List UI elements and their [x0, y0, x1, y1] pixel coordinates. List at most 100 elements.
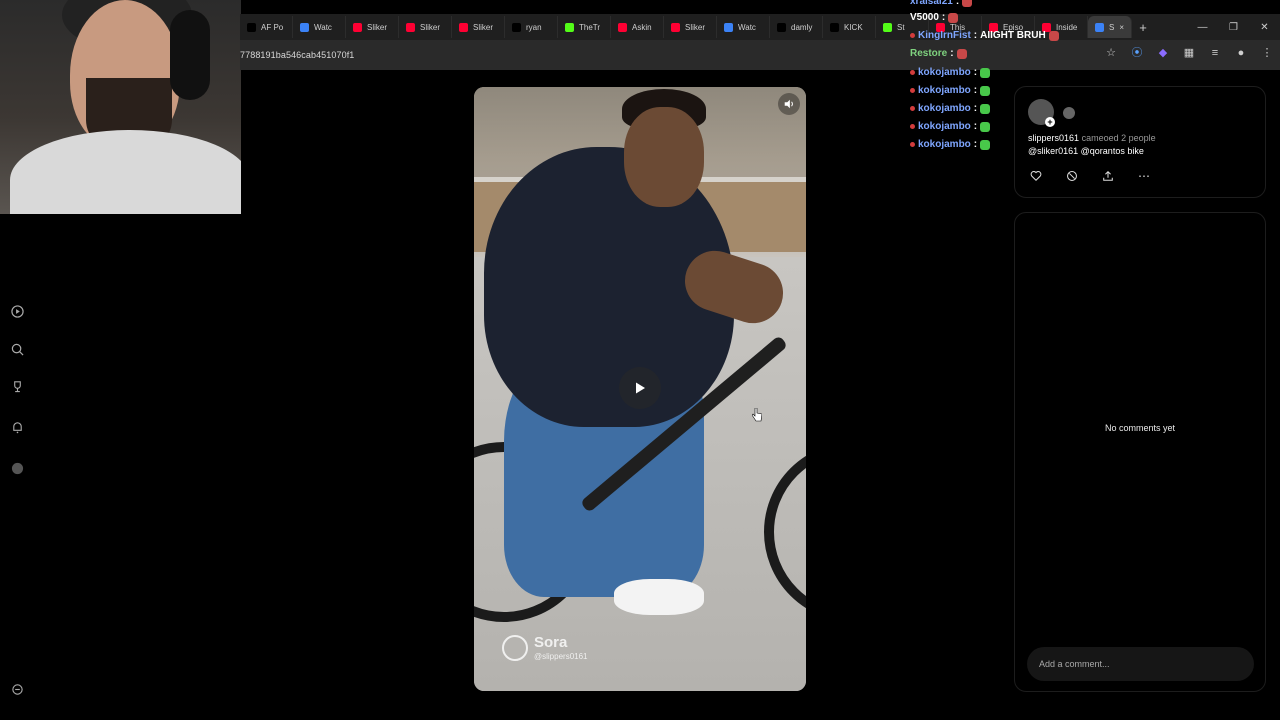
extension-audio-icon[interactable]: ⦿ [1130, 46, 1144, 60]
chat-separator: : [941, 12, 946, 23]
volume-button[interactable] [778, 93, 800, 115]
chat-emote-icon [948, 12, 959, 23]
chat-separator: : [973, 139, 978, 150]
window-controls: — ❐ ✕ [1187, 22, 1280, 33]
extensions-puzzle-icon[interactable]: ▦ [1182, 46, 1196, 60]
sora-icon [1095, 22, 1104, 32]
no-comments-text: No comments yet [1104, 423, 1176, 433]
youtube-icon [618, 22, 627, 32]
chat-username: xraisal21 [910, 0, 953, 7]
browser-tab[interactable]: Watc [717, 16, 770, 38]
screen: AF Po Watc Sliker Sliker Sliker ryan TheTr Aski… [0, 0, 1280, 720]
chat-message: V5000: [910, 12, 959, 23]
chat-message: kokojambo: [910, 121, 991, 132]
webcam-overlay [0, 0, 241, 214]
share-icon[interactable] [1101, 169, 1115, 183]
cameo-avatar[interactable] [1063, 107, 1075, 119]
browser-tab[interactable]: Sliker [399, 16, 452, 38]
browser-tab[interactable]: AF Po [240, 16, 293, 38]
browser-tab[interactable]: Askin [611, 16, 664, 38]
address-bar[interactable]: 7788191ba546cab451070f1 ☆ ⦿ ◆ ▦ ≡ ● ⋮ [240, 40, 1280, 70]
browser-tab[interactable]: Sliker [346, 16, 399, 38]
watermark-handle: @slippers0161 [534, 652, 588, 661]
more-options-icon[interactable]: ⋯ [1137, 169, 1151, 183]
chat-separator: : [955, 0, 960, 7]
browser-tab[interactable]: Sliker [452, 16, 505, 38]
chat-username: V5000 [910, 12, 939, 23]
chat-badge-icon [910, 33, 915, 38]
browser-tab[interactable]: ryan [505, 16, 558, 38]
browser-tab[interactable]: S × [1088, 16, 1132, 38]
browser-tab[interactable]: Sliker [664, 16, 717, 38]
new-tab-button[interactable]: + [1132, 20, 1154, 35]
browser-tab[interactable]: TheTr [558, 16, 611, 38]
tab-label: AF Po [261, 22, 284, 32]
watermark-title: Sora [534, 634, 568, 651]
url-text[interactable]: 7788191ba546cab451070f1 [240, 50, 354, 60]
post-byline: slippers0161 cameoed 2 people [1028, 133, 1156, 143]
chat-username: kokojambo [918, 67, 971, 78]
chat-emote-icon [980, 121, 991, 132]
tab-label: Sliker [367, 22, 388, 32]
play-button[interactable] [619, 367, 661, 409]
chat-separator: : [973, 103, 978, 114]
close-tab-icon[interactable]: × [1119, 23, 1124, 32]
tab-label: TheTr [579, 22, 601, 32]
chat-message: KingIrnFist: AIIGHT BRUH [910, 30, 1059, 41]
chat-badge-icon [910, 70, 915, 75]
remix-icon[interactable] [1065, 169, 1079, 183]
nav-notifications-icon[interactable] [10, 420, 24, 434]
kick-icon [565, 22, 574, 32]
comment-input[interactable] [1027, 647, 1254, 681]
browser-tab[interactable]: Watc [293, 16, 346, 38]
x-icon [830, 22, 839, 32]
kick-icon [883, 22, 892, 32]
chat-emote-icon [980, 139, 991, 150]
menu-kebab-icon[interactable]: ⋮ [1260, 46, 1274, 60]
minimize-icon[interactable]: — [1187, 22, 1218, 33]
youtube-icon [459, 22, 468, 32]
tab-label: Watc [738, 22, 756, 32]
follow-plus-icon[interactable]: + [1045, 117, 1055, 127]
restore-icon[interactable]: ❐ [1218, 22, 1249, 33]
post-actions: ⋯ [1029, 169, 1151, 183]
nav-home-icon[interactable] [10, 304, 24, 318]
chat-text: AIIGHT BRUH [980, 30, 1046, 41]
chat-emote-icon [956, 48, 967, 59]
tab-label: damly [791, 22, 813, 32]
chat-message: kokojambo: [910, 85, 991, 96]
browser-tab-strip: AF Po Watc Sliker Sliker Sliker ryan TheTr Aski… [240, 14, 1280, 40]
toolbar-icons: ☆ ⦿ ◆ ▦ ≡ ● ⋮ [1104, 46, 1274, 60]
chat-separator: : [973, 30, 978, 41]
chat-message: xraisal21: [910, 0, 973, 7]
video-player[interactable]: Sora @slippers0161 [474, 87, 806, 691]
profile-avatar-icon[interactable]: ● [1234, 46, 1248, 60]
tab-label: Watc [314, 22, 332, 32]
author-name[interactable]: slippers0161 [1028, 133, 1079, 143]
close-window-icon[interactable]: ✕ [1249, 22, 1280, 33]
chat-emote-icon [1048, 30, 1059, 41]
browser-tab[interactable]: damly [770, 16, 823, 38]
extension-shield-icon[interactable]: ◆ [1156, 46, 1170, 60]
x-icon [512, 22, 521, 32]
cameo-text: cameoed 2 people [1081, 133, 1156, 143]
nav-trophy-icon[interactable] [10, 379, 24, 393]
globe-icon [300, 22, 309, 32]
x-icon [247, 22, 256, 32]
nav-settings-icon[interactable] [10, 682, 24, 696]
chat-badge-icon [910, 124, 915, 129]
chat-message: kokojambo: [910, 139, 991, 150]
nav-profile-avatar-icon[interactable] [10, 461, 24, 475]
chat-badge-icon [910, 106, 915, 111]
chat-username: kokojambo [918, 139, 971, 150]
comments-panel: No comments yet [1014, 212, 1266, 692]
like-heart-icon[interactable] [1029, 169, 1043, 183]
tab-label: KICK [844, 22, 863, 32]
browser-tab[interactable]: KICK [823, 16, 876, 38]
tab-label: Inside [1056, 22, 1078, 32]
nav-search-icon[interactable] [10, 342, 24, 356]
chat-username: Restore [910, 48, 948, 59]
media-control-icon[interactable]: ≡ [1208, 46, 1222, 60]
tab-label: St [897, 22, 905, 32]
bookmark-star-icon[interactable]: ☆ [1104, 46, 1118, 60]
